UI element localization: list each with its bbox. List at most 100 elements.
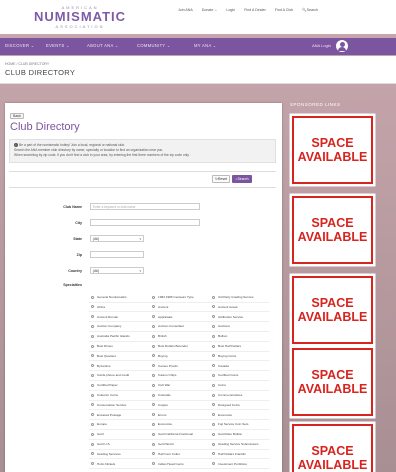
specialty-checkbox[interactable] — [212, 393, 215, 397]
ad-space[interactable]: SPACE AVAILABLE — [291, 195, 374, 265]
specialty-option[interactable]: Copper — [152, 403, 168, 407]
specialty-option[interactable]: Australia Pacific Islands — [91, 334, 130, 338]
specialty-option[interactable]: Colonials — [152, 393, 171, 397]
specialty-option[interactable]: Bust Dollars Belonder — [152, 344, 188, 348]
specialty-checkbox[interactable] — [91, 344, 94, 348]
specialty-checkbox[interactable] — [91, 403, 94, 407]
specialty-checkbox[interactable] — [212, 344, 215, 348]
search-button[interactable]: ⌕Search — [232, 175, 252, 183]
specialty-checkbox[interactable] — [152, 413, 155, 417]
ad-space[interactable]: SPACE AVAILABLE — [291, 275, 374, 345]
specialty-checkbox[interactable] — [91, 423, 94, 427]
specialty-checkbox[interactable] — [212, 442, 215, 446]
ad-space[interactable]: SPACE AVAILABLE — [291, 347, 374, 417]
specialty-option[interactable]: Gold World — [152, 442, 173, 446]
specialty-checkbox[interactable] — [91, 452, 94, 456]
state-select[interactable]: (All) ▾ — [90, 235, 144, 242]
specialty-checkbox[interactable] — [91, 364, 94, 368]
specialty-checkbox[interactable] — [152, 403, 155, 407]
specialty-checkbox[interactable] — [212, 423, 215, 427]
specialty-option[interactable]: Civil War — [152, 383, 170, 387]
specialty-checkbox[interactable] — [152, 315, 155, 319]
specialty-checkbox[interactable] — [212, 432, 215, 436]
specialty-option[interactable]: 1984 1986 Centauro Type — [152, 295, 194, 299]
specialty-option[interactable]: Encased Postage — [91, 413, 121, 417]
specialty-option[interactable]: Coins — [212, 383, 226, 387]
specialty-checkbox[interactable] — [91, 432, 94, 436]
back-button[interactable]: Back — [10, 113, 24, 119]
specialty-option[interactable]: Half Cent Collet — [152, 452, 180, 456]
specialty-option[interactable]: Commemoratives — [212, 393, 242, 397]
specialty-checkbox[interactable] — [152, 305, 155, 309]
specialty-option[interactable]: Bust Dimes — [91, 344, 113, 348]
specialty-option[interactable]: Indian Head Cents — [152, 462, 184, 466]
specialty-checkbox[interactable] — [152, 325, 155, 329]
specialty-option[interactable]: Casino Chips — [152, 373, 176, 377]
nav-about-ana[interactable]: ABOUT ANA ⌄ — [87, 43, 119, 48]
specialty-checkbox[interactable] — [91, 315, 94, 319]
club-name-input[interactable]: Enter a keyword or club name — [90, 203, 200, 210]
specialty-checkbox[interactable] — [152, 423, 155, 427]
find-dealer-link[interactable]: Find A Dealer — [244, 8, 266, 12]
specialty-checkbox[interactable] — [91, 442, 94, 446]
specialty-option[interactable]: Gold U.S. — [91, 442, 110, 446]
ad-space[interactable]: SPACE AVAILABLE — [291, 115, 374, 185]
specialty-option[interactable]: Cameo Proofs — [152, 364, 178, 368]
login-link[interactable]: Login — [226, 8, 235, 12]
specialty-option[interactable]: General Numismatics — [91, 295, 127, 299]
specialty-checkbox[interactable] — [212, 325, 215, 329]
specialty-option[interactable]: Collector Coins — [91, 393, 118, 397]
specialty-checkbox[interactable] — [212, 354, 215, 358]
specialty-option[interactable]: Grading Services — [91, 452, 121, 456]
specialty-option[interactable]: Europe — [91, 422, 107, 426]
join-ana-link[interactable]: Join ANA — [178, 8, 193, 12]
nav-discover[interactable]: DISCOVER ⌄ — [5, 43, 35, 48]
city-input[interactable] — [90, 219, 200, 226]
specialty-checkbox[interactable] — [152, 442, 155, 446]
specialty-checkbox[interactable] — [212, 452, 215, 456]
specialty-checkbox[interactable] — [152, 295, 155, 299]
country-select[interactable]: (All) ▾ — [90, 267, 144, 274]
specialty-option[interactable]: Gold — [91, 432, 104, 436]
specialty-checkbox[interactable] — [212, 315, 215, 319]
breadcrumb[interactable]: HOME / CLUB DIRECTORY — [5, 62, 49, 66]
specialty-option[interactable]: Ancient Roman — [91, 315, 118, 319]
specialty-option[interactable]: Bust Half Dollars — [212, 344, 241, 348]
specialty-checkbox[interactable] — [212, 413, 215, 417]
ana-logo[interactable]: AMERICAN NUMISMATIC ASSOCIATION — [20, 5, 140, 29]
nav-community[interactable]: COMMUNITY ⌄ — [137, 43, 171, 48]
nav-events[interactable]: EVENTS ⌄ — [46, 43, 70, 48]
specialty-option[interactable]: Ancient Greek — [212, 305, 238, 309]
zip-input[interactable] — [90, 251, 144, 258]
specialty-option[interactable]: Exonumia — [152, 422, 172, 426]
specialty-checkbox[interactable] — [91, 305, 94, 309]
specialty-checkbox[interactable] — [91, 295, 94, 299]
specialty-checkbox[interactable] — [212, 334, 215, 338]
specialty-checkbox[interactable] — [152, 344, 155, 348]
user-avatar-icon[interactable] — [336, 40, 348, 52]
specialty-option[interactable]: Designed Coins — [212, 403, 240, 407]
specialty-option[interactable]: Certified Coins — [212, 373, 238, 377]
specialty-option[interactable]: Auction Company — [91, 324, 121, 328]
specialty-checkbox[interactable] — [152, 462, 155, 466]
specialty-checkbox[interactable] — [152, 452, 155, 456]
specialty-option[interactable]: Conservation Service — [91, 403, 126, 407]
specialty-checkbox[interactable] — [152, 364, 155, 368]
specialty-option[interactable]: Buying — [152, 354, 167, 358]
nav-my-ana[interactable]: MY ANA ⌄ — [194, 43, 217, 48]
specialty-option[interactable]: Exonumia — [212, 413, 232, 417]
specialty-checkbox[interactable] — [152, 432, 155, 436]
specialty-option[interactable]: Cards phone and credit — [91, 373, 129, 377]
specialty-option[interactable]: Buying Coins — [212, 354, 236, 358]
specialty-option[interactable]: Fuji Service Coin Sets — [212, 422, 248, 426]
specialty-option[interactable]: Grading Service Submissions — [212, 442, 259, 446]
specialty-option[interactable]: Gold Rare Bullion — [212, 432, 242, 436]
specialty-option[interactable]: Half Dollars Franklin — [212, 452, 246, 456]
specialty-option[interactable]: Bullion — [212, 334, 227, 338]
specialty-checkbox[interactable] — [91, 383, 94, 387]
specialty-checkbox[interactable] — [212, 374, 215, 378]
specialty-option[interactable]: Africa — [91, 305, 105, 309]
specialty-option[interactable]: Appraisals — [152, 315, 172, 319]
specialty-checkbox[interactable] — [152, 334, 155, 338]
reset-button[interactable]: ↻Reset — [212, 175, 230, 183]
